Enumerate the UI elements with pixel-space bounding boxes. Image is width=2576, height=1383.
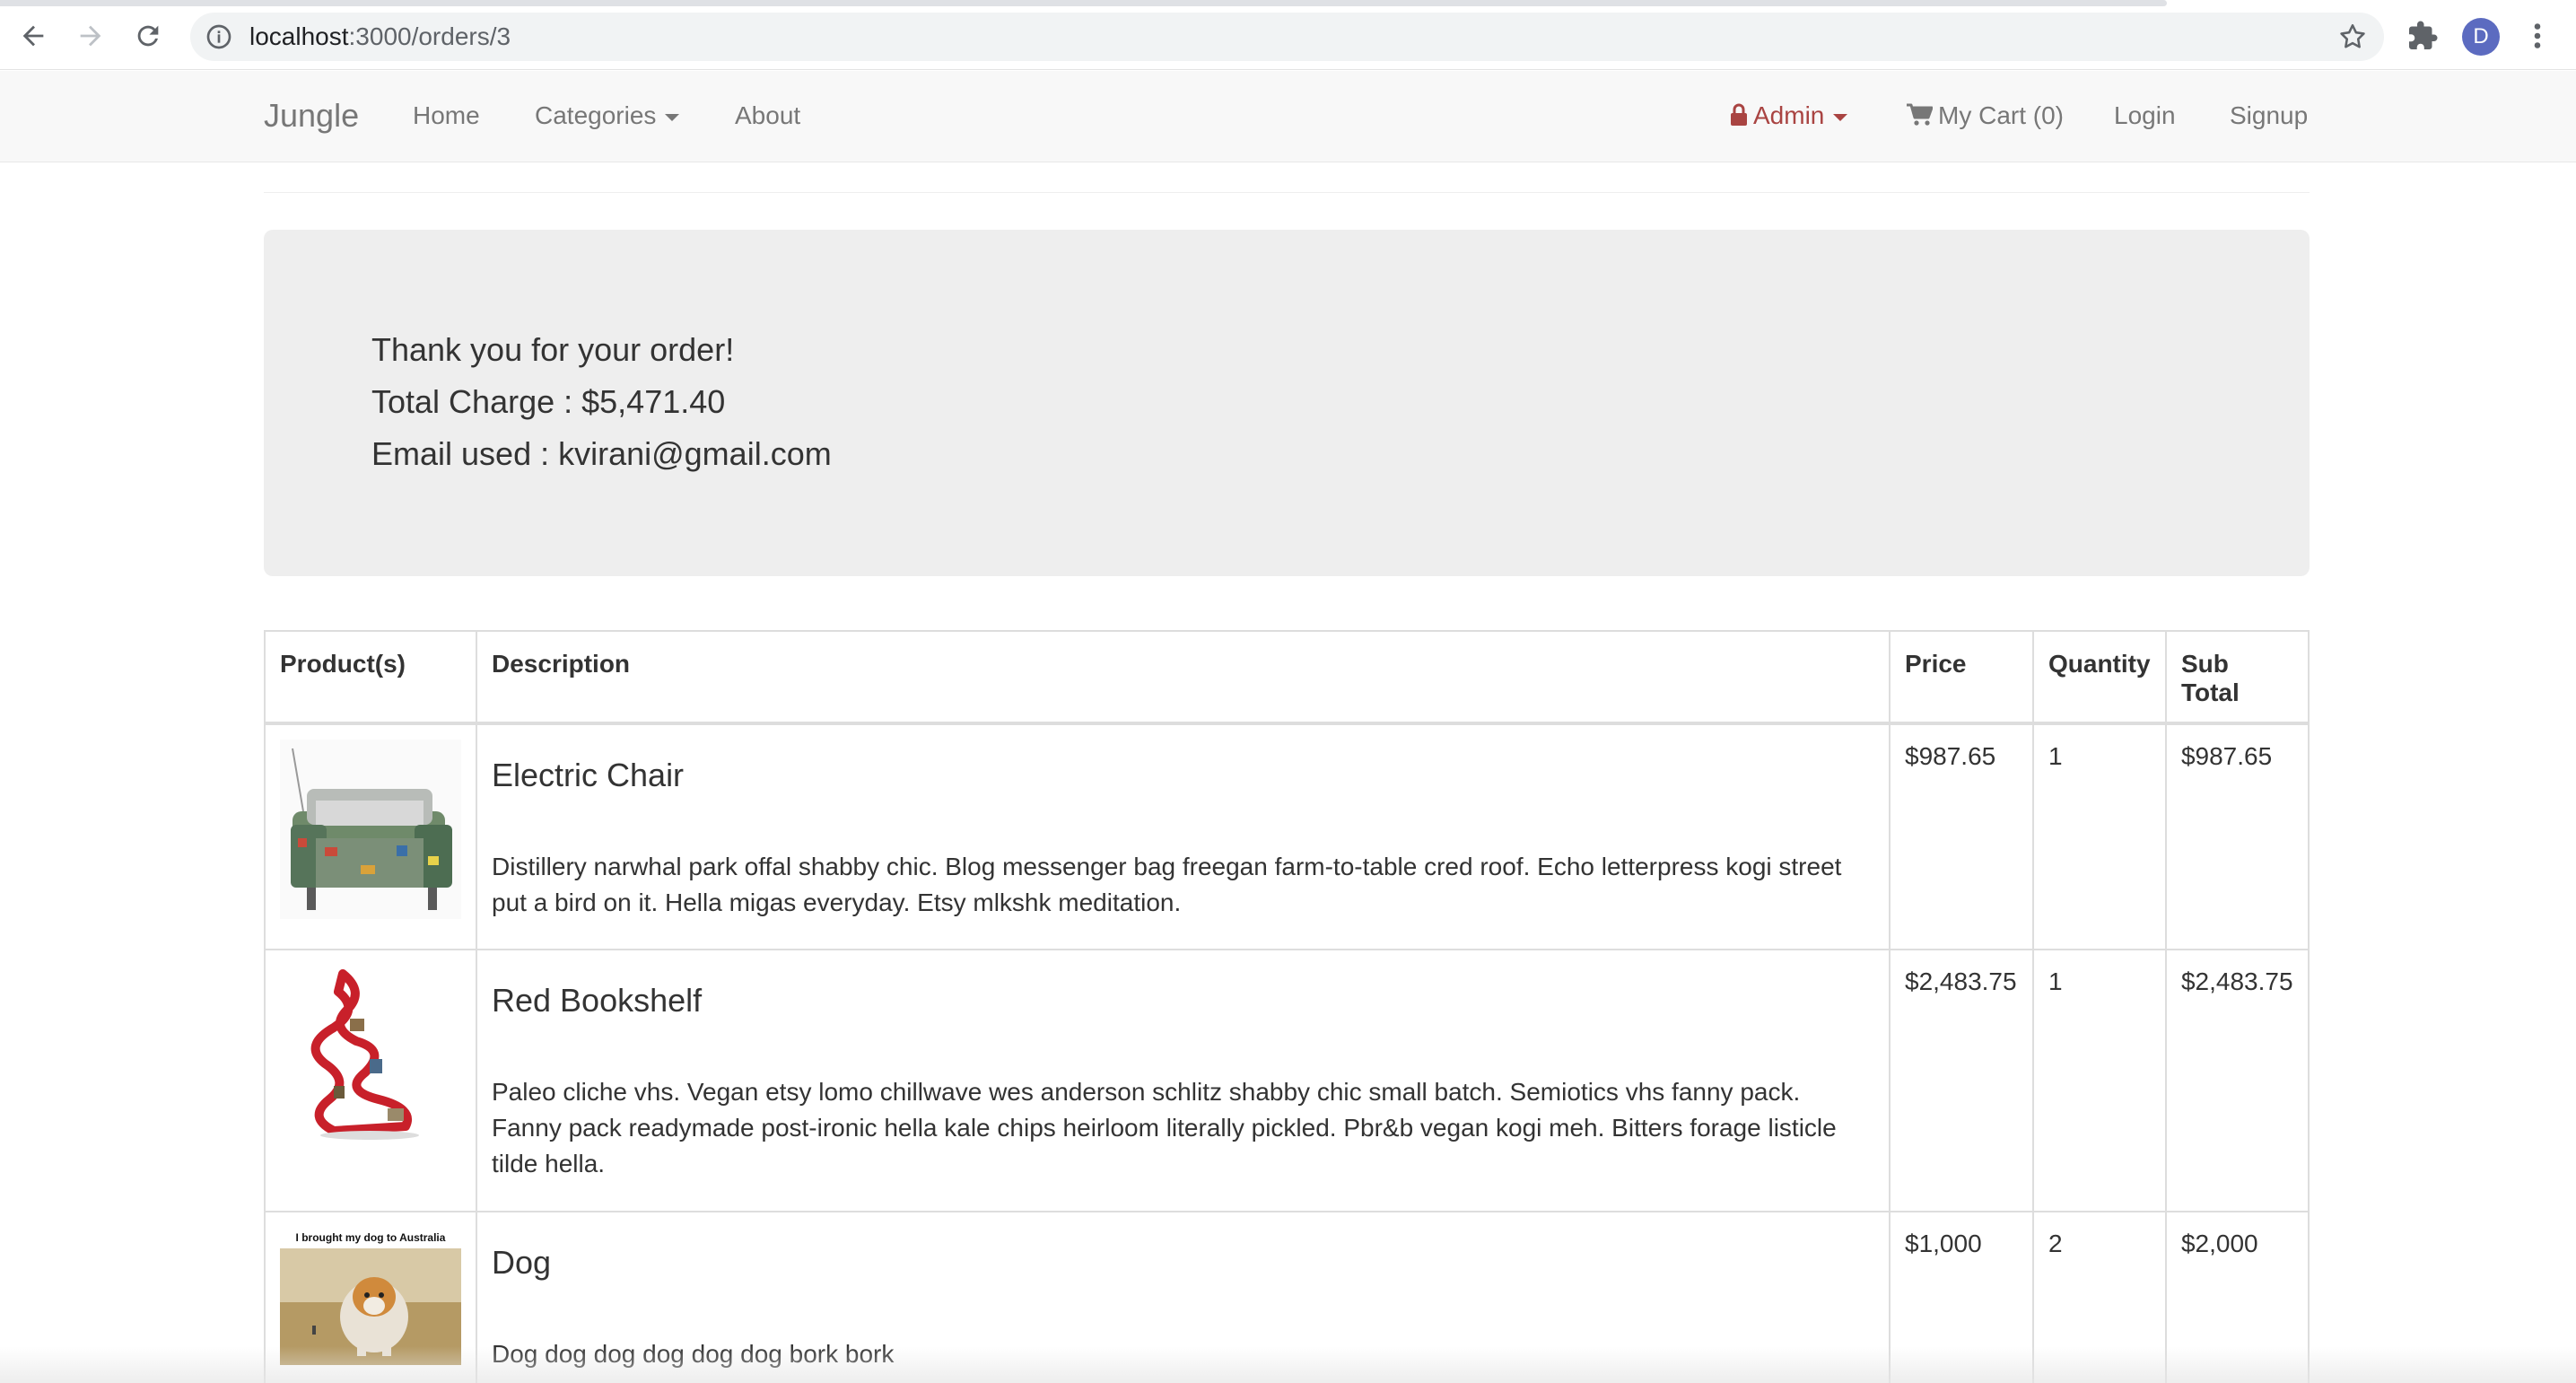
product-name: Red Bookshelf bbox=[492, 982, 703, 1019]
nav-login[interactable]: Login bbox=[2114, 101, 2176, 131]
product-subtotal: $987.65 bbox=[2164, 722, 2308, 950]
dog-image: I brought my dog to Australia bbox=[280, 1227, 461, 1383]
url-text: localhost:3000/orders/3 bbox=[249, 22, 511, 51]
back-button[interactable] bbox=[14, 17, 52, 55]
arrow-left-icon bbox=[22, 25, 44, 47]
table-row: Electric Chair Distillery narwhal park o… bbox=[266, 722, 2308, 950]
url-path: :3000/orders/3 bbox=[348, 22, 511, 50]
header-quantity: Quantity bbox=[2031, 632, 2167, 725]
product-quantity: 1 bbox=[2031, 949, 2167, 1212]
nav-categories-dropdown[interactable]: Categories bbox=[535, 101, 680, 131]
shopping-cart-icon bbox=[1907, 103, 1933, 126]
nav-categories-label: Categories bbox=[535, 101, 657, 129]
caret-down-icon bbox=[1833, 113, 1848, 121]
extensions-puzzle-icon[interactable] bbox=[2406, 20, 2439, 52]
browser-toolbar: localhost:3000/orders/3 D bbox=[0, 0, 2576, 70]
table-header-row: Product(s) Description Price Quantity Su… bbox=[266, 632, 2308, 725]
nav-about[interactable]: About bbox=[735, 101, 800, 131]
product-price: $2,483.75 bbox=[1889, 949, 2034, 1212]
product-name: Dog bbox=[492, 1244, 552, 1281]
product-description: Dog dog dog dog dog dog bork bork bbox=[492, 1340, 895, 1368]
table-row: Red Bookshelf Paleo cliche vhs. Vegan et… bbox=[266, 949, 2308, 1212]
order-items-table: Product(s) Description Price Quantity Su… bbox=[264, 630, 2310, 1383]
brand-link[interactable]: Jungle bbox=[264, 96, 359, 136]
product-image-cell bbox=[266, 949, 477, 1212]
header-price: Price bbox=[1889, 632, 2034, 725]
header-subtotal: Sub Total bbox=[2164, 632, 2308, 725]
header-description: Description bbox=[476, 632, 1891, 725]
email-used: Email used : kvirani@gmail.com bbox=[371, 435, 832, 472]
product-description-cell: Red Bookshelf Paleo cliche vhs. Vegan et… bbox=[476, 949, 1891, 1212]
app-navbar: Jungle Home Categories About Admin My Ca… bbox=[0, 71, 2576, 162]
profile-avatar[interactable]: D bbox=[2462, 18, 2500, 56]
page-header-divider bbox=[264, 192, 2310, 193]
product-description: Paleo cliche vhs. Vegan etsy lomo chillw… bbox=[492, 1078, 1837, 1177]
product-name: Electric Chair bbox=[492, 757, 685, 793]
url-host: localhost bbox=[249, 22, 349, 50]
product-price: $1,000 bbox=[1889, 1211, 2034, 1383]
more-vert-icon[interactable] bbox=[2527, 20, 2548, 52]
nav-admin-label: Admin bbox=[1753, 101, 1825, 129]
nav-home[interactable]: Home bbox=[413, 101, 480, 131]
red-bookshelf-image bbox=[280, 965, 461, 1144]
product-subtotal: $2,000 bbox=[2164, 1211, 2308, 1383]
thank-you-message: Thank you for your order! bbox=[371, 331, 735, 368]
order-confirmation-panel: Thank you for your order! Total Charge :… bbox=[264, 230, 2310, 576]
nav-admin-dropdown[interactable]: Admin bbox=[1730, 101, 1848, 131]
reload-button[interactable] bbox=[129, 17, 167, 55]
address-bar[interactable]: localhost:3000/orders/3 bbox=[190, 13, 2384, 61]
arrow-right-icon bbox=[80, 25, 101, 47]
table-row: I brought my dog to Australia Dog Dog do… bbox=[266, 1211, 2308, 1383]
product-price: $987.65 bbox=[1889, 722, 2034, 950]
info-icon[interactable] bbox=[205, 22, 233, 51]
forward-button[interactable] bbox=[72, 17, 109, 55]
lock-icon bbox=[1731, 103, 1747, 126]
armchair-image bbox=[280, 740, 461, 919]
nav-cart[interactable]: My Cart (0) bbox=[1906, 101, 2064, 131]
product-image-cell bbox=[266, 722, 477, 950]
dog-image-caption: I brought my dog to Australia bbox=[296, 1231, 446, 1244]
reload-icon bbox=[137, 25, 159, 47]
nav-signup[interactable]: Signup bbox=[2230, 101, 2308, 131]
tab-strip-edge bbox=[0, 0, 2167, 6]
product-quantity: 1 bbox=[2031, 722, 2167, 950]
total-charge: Total Charge : $5,471.40 bbox=[371, 383, 726, 420]
nav-cart-label: My Cart (0) bbox=[1938, 101, 2064, 129]
product-quantity: 2 bbox=[2031, 1211, 2167, 1383]
product-image-cell: I brought my dog to Australia bbox=[266, 1211, 477, 1383]
star-icon[interactable] bbox=[2337, 22, 2368, 52]
caret-down-icon bbox=[665, 113, 680, 121]
product-description: Distillery narwhal park offal shabby chi… bbox=[492, 853, 1842, 916]
product-description-cell: Electric Chair Distillery narwhal park o… bbox=[476, 722, 1891, 950]
product-description-cell: Dog Dog dog dog dog dog dog bork bork bbox=[476, 1211, 1891, 1383]
header-products: Product(s) bbox=[266, 632, 477, 725]
product-subtotal: $2,483.75 bbox=[2164, 949, 2308, 1212]
